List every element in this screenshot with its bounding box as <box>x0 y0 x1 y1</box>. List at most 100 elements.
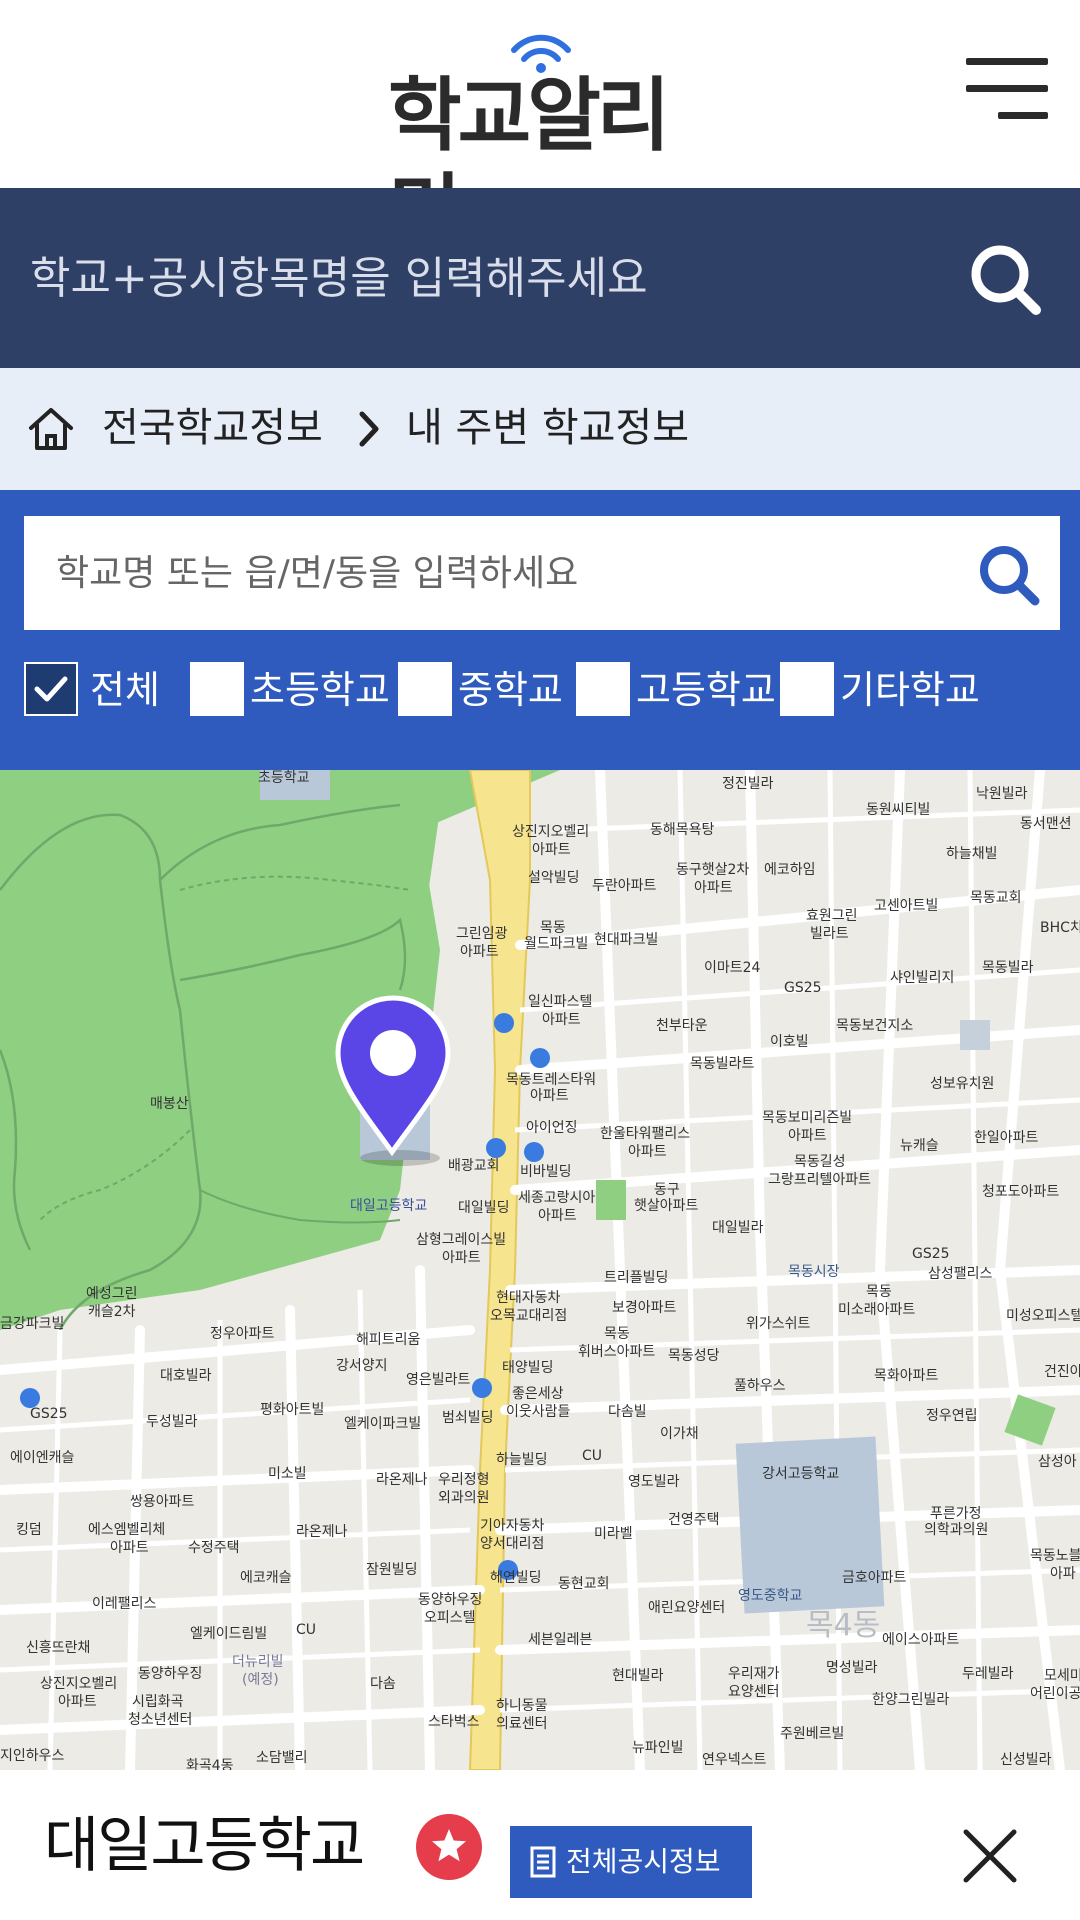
map-label: 쌍용아파트 <box>130 1494 195 1510</box>
map-label: 에스엠벨리체 <box>88 1522 166 1538</box>
map-label: 미소빌 <box>268 1466 307 1482</box>
map-label: 일신파스텔 <box>528 994 593 1010</box>
map-label: 설악빌딩 <box>528 870 580 886</box>
filter-middle[interactable]: 중학교 <box>398 662 563 718</box>
star-icon <box>432 1829 466 1862</box>
map-label: 미성오피스텔 <box>1006 1308 1080 1324</box>
map-label: 라온제나 <box>296 1524 348 1540</box>
map-label: 잠원빌딩 <box>366 1562 418 1578</box>
school-search-input[interactable] <box>56 528 936 618</box>
map-label: 목동길성 <box>794 1154 846 1170</box>
map-label: 정우연립 <box>926 1408 978 1424</box>
map-label: 현대빌라 <box>612 1668 664 1684</box>
map-label: 캐슬2차 <box>88 1304 136 1320</box>
global-search-input[interactable] <box>30 228 930 328</box>
map-label: 건진아 <box>1044 1364 1080 1380</box>
filter-other[interactable]: 기타학교 <box>780 662 980 718</box>
map-label: 이레팰리스 <box>92 1596 157 1612</box>
map-label: GS25 <box>912 1246 950 1262</box>
map-label: 건영주택 <box>668 1512 720 1528</box>
map-label: 연우넥스트 <box>702 1752 767 1768</box>
map-label: 강서고등학교 <box>762 1466 840 1482</box>
map-label: 다솜 <box>370 1676 396 1692</box>
map-label: 에코하임 <box>764 862 816 878</box>
map-label: 초등학교 <box>258 770 310 786</box>
map-label: 빌라트 <box>810 926 849 942</box>
map-label: 햇살아파트 <box>634 1198 699 1214</box>
map-label: 아파트 <box>542 1012 581 1028</box>
map-view[interactable]: 대일고등학교 초등학교 정진빌라 낙원빌라 동원씨티빌 상진지오벨리 아파트 동… <box>0 770 1080 1770</box>
full-disclosure-label: 전체공시정보 <box>566 1845 721 1878</box>
filter-label: 전체 <box>90 668 160 712</box>
map-label-selected-school[interactable]: 대일고등학교 <box>350 1198 427 1214</box>
map-label: 뉴캐슬 <box>900 1138 939 1154</box>
chevron-right-icon <box>359 411 379 447</box>
map-label: 삼성팰리스 <box>928 1266 993 1282</box>
search-icon[interactable] <box>976 542 1042 608</box>
map-label: 미소래아파트 <box>838 1302 916 1318</box>
map-label: 트리플빌딩 <box>604 1270 669 1286</box>
map-label: 우리정형 <box>438 1472 490 1488</box>
map-label: 목동보미리즌빌 <box>762 1110 853 1126</box>
map-label: 금호아파트 <box>842 1570 907 1586</box>
close-icon[interactable] <box>960 1826 1020 1886</box>
map-label: 영은빌라트 <box>406 1372 471 1388</box>
map-label: 천부타운 <box>656 1018 708 1034</box>
global-search-bar <box>0 188 1080 368</box>
map-label: 낙원빌라 <box>976 786 1028 802</box>
map-label: 아파트 <box>538 1208 577 1224</box>
checkbox-all[interactable] <box>24 662 78 716</box>
map-label: 샤인빌리지 <box>890 970 955 986</box>
map-label: 지인하우스 <box>0 1748 65 1764</box>
map-label: 아파 <box>1050 1566 1076 1582</box>
filter-high[interactable]: 고등학교 <box>576 662 776 718</box>
map-label: 아파트 <box>788 1128 827 1144</box>
map-label: 한울타워팰리스 <box>600 1126 691 1142</box>
map-label: 이마트24 <box>704 960 761 976</box>
filter-all[interactable]: 전체 <box>24 662 164 718</box>
map-label: 두성빌라 <box>146 1414 198 1430</box>
map-label: 하늘채빌 <box>946 846 998 862</box>
map-label: 휘버스아파트 <box>578 1344 656 1360</box>
full-disclosure-button[interactable]: 전체공시정보 <box>510 1826 752 1898</box>
map-label: 세종고랑시아 <box>518 1190 596 1206</box>
map-label: 동구햇살2차 <box>676 862 750 878</box>
map-label: 다솜빌 <box>608 1404 647 1420</box>
app-logo[interactable]: 학교알리미 <box>388 28 693 258</box>
filter-label: 초등학교 <box>250 668 390 712</box>
home-icon[interactable] <box>26 404 76 454</box>
map-label: GS25 <box>784 980 822 996</box>
map-label: 주원베르빌 <box>780 1726 845 1742</box>
map-label: 시립화곡 <box>132 1694 184 1710</box>
map-label: 목동 <box>866 1284 892 1300</box>
map-label: 위가스쉬트 <box>746 1316 811 1332</box>
checkbox-other[interactable] <box>780 662 834 716</box>
map-label: 이웃사람들 <box>506 1404 571 1420</box>
breadcrumb: 전국학교정보 내 주변 학교정보 <box>0 368 1080 490</box>
search-icon[interactable] <box>968 242 1044 318</box>
map-label: 에코캐슬 <box>240 1570 292 1586</box>
map-label: 그랑프리텔아파트 <box>768 1172 872 1188</box>
breadcrumb-item-nearby[interactable]: 내 주변 학교정보 <box>406 398 689 458</box>
map-label: 아이언징 <box>526 1120 578 1136</box>
map-label: 하늘빌딩 <box>496 1452 548 1468</box>
map-label: 에이엔캐슬 <box>10 1450 75 1466</box>
map-label: 아파트 <box>530 1088 569 1104</box>
map-label: 좋은세상 <box>512 1386 564 1402</box>
map-label: 목동성당 <box>668 1348 720 1364</box>
map-label: 오목교대리점 <box>490 1308 568 1324</box>
checkbox-middle[interactable] <box>398 662 452 716</box>
checkbox-elementary[interactable] <box>190 662 244 716</box>
map-label: 이가채 <box>660 1426 699 1442</box>
map-label: 대일빌라 <box>712 1220 764 1236</box>
map-label: 두레빌라 <box>962 1666 1014 1682</box>
favorite-button[interactable] <box>416 1814 482 1880</box>
map-label: 목동빌라 <box>982 960 1034 976</box>
breadcrumb-item-national[interactable]: 전국학교정보 <box>102 398 323 458</box>
map-label: 현대자동차 <box>496 1290 561 1306</box>
filter-elementary[interactable]: 초등학교 <box>190 662 390 718</box>
hamburger-menu-icon[interactable] <box>966 58 1048 120</box>
checkbox-high[interactable] <box>576 662 630 716</box>
map-label: 청포도아파트 <box>982 1184 1060 1200</box>
map-label: 목동빌라트 <box>690 1056 755 1072</box>
